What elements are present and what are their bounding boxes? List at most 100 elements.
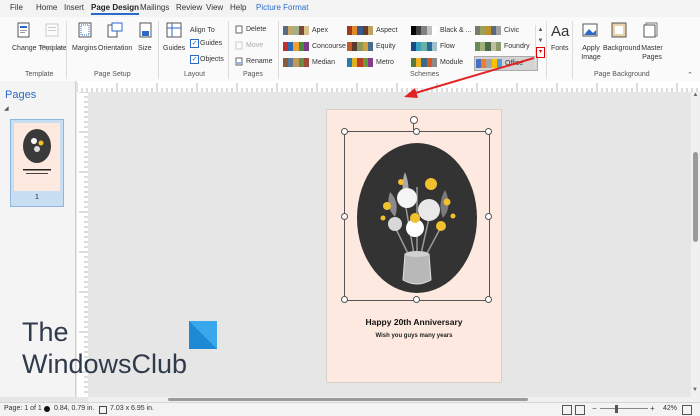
change-template-icon[interactable] [16, 22, 32, 40]
zoom-out-icon[interactable]: − [592, 404, 597, 413]
resize-handle[interactable] [341, 128, 348, 135]
scheme-aspect[interactable]: Aspect [346, 24, 408, 37]
objects-checkbox[interactable]: ✓ [190, 55, 199, 64]
greeting-title[interactable]: Happy 20th Anniversary [327, 317, 501, 327]
tab-page-design[interactable]: Page Design [91, 3, 140, 15]
scheme-median[interactable]: Median [282, 56, 344, 69]
publication-page[interactable]: Happy 20th Anniversary Wish you guys man… [326, 109, 502, 383]
ribbon: Change Template Options Template Margins… [0, 17, 700, 82]
tab-view[interactable]: View [206, 3, 223, 12]
scheme-label: Foundry [504, 43, 530, 50]
tab-home[interactable]: Home [36, 3, 57, 12]
status-page[interactable]: Page: 1 of 1 [4, 405, 42, 412]
selected-picture[interactable] [341, 116, 492, 303]
gallery-down-icon[interactable]: ▼ [536, 36, 545, 47]
tab-mailings[interactable]: Mailings [140, 3, 169, 12]
resize-handle[interactable] [341, 296, 348, 303]
scroll-up-icon[interactable]: ▲ [691, 92, 700, 98]
guides-check-label: Guides [200, 40, 223, 47]
watermark-the: The [22, 317, 69, 347]
guides-label[interactable]: Guides [163, 44, 185, 53]
delete-page-button[interactable]: Delete [246, 25, 266, 34]
zoom-slider-thumb[interactable] [615, 405, 618, 413]
greeting-subtitle[interactable]: Wish you guys many years [327, 333, 501, 339]
scheme-equity[interactable]: Equity [346, 40, 408, 53]
tab-picture-format[interactable]: Picture Format [256, 3, 308, 12]
pages-pane-title: Pages [5, 89, 37, 101]
size-icon[interactable] [139, 22, 153, 40]
fonts-label[interactable]: Fonts [551, 44, 569, 53]
scheme-black[interactable]: Black & ... [410, 24, 472, 37]
scheme-label: Apex [312, 27, 328, 34]
zoom-in-icon[interactable]: + [650, 404, 655, 413]
orientation-label[interactable]: Orientation [98, 44, 132, 53]
options-label: Options [41, 45, 66, 52]
group-divider [546, 21, 547, 79]
group-divider [278, 21, 279, 79]
group-divider [66, 21, 67, 79]
margins-icon[interactable] [78, 22, 92, 40]
rename-page-icon[interactable] [235, 57, 243, 68]
scheme-metro[interactable]: Metro [346, 56, 408, 69]
margins-label[interactable]: Margins [72, 44, 97, 53]
background-label[interactable]: Background [603, 44, 640, 53]
scheme-label: Metro [376, 59, 394, 66]
ribbon-tabs: File Home Insert Page Design Mailings Re… [0, 0, 700, 17]
fonts-icon[interactable]: Aa [551, 23, 569, 40]
resize-handle[interactable] [413, 128, 420, 135]
master-pages-label[interactable]: Master Pages [639, 44, 665, 62]
resize-handle[interactable] [485, 213, 492, 220]
status-size: 7.03 x 6.95 in. [110, 405, 154, 412]
guides-checkbox[interactable]: ✓ [190, 39, 199, 48]
page-thumbnail-number: 1 [35, 194, 39, 201]
resize-handle[interactable] [485, 296, 492, 303]
scheme-swatch [283, 26, 310, 35]
delete-page-icon[interactable] [235, 25, 243, 34]
pane-collapse-icon[interactable]: ◢ [4, 105, 9, 112]
tab-help[interactable]: Help [230, 3, 246, 12]
size-label[interactable]: Size [138, 44, 152, 53]
collapse-ribbon-icon[interactable]: ⌃ [687, 71, 693, 79]
align-to-label[interactable]: Align To [190, 26, 215, 35]
annotation-arrow [404, 57, 535, 98]
scheme-civic[interactable]: Civic [474, 24, 536, 37]
scheme-swatch [475, 26, 502, 35]
scheme-foundry[interactable]: Foundry [474, 40, 536, 53]
scroll-thumb[interactable] [693, 152, 698, 242]
tab-insert[interactable]: Insert [64, 3, 84, 12]
gallery-up-icon[interactable]: ▲ [536, 25, 545, 36]
apply-image-label[interactable]: Apply Image [577, 44, 605, 62]
watermark-windowsclub: WindowsClub [22, 349, 188, 379]
hscroll-thumb[interactable] [168, 398, 528, 401]
scheme-label: Flow [440, 43, 455, 50]
guides-icon[interactable] [166, 22, 182, 40]
scheme-concourse[interactable]: Concourse [282, 40, 346, 53]
tab-review[interactable]: Review [176, 3, 202, 12]
scheme-apex[interactable]: Apex [282, 24, 344, 37]
background-icon[interactable] [611, 22, 627, 40]
two-page-view-icon[interactable] [575, 405, 585, 415]
page-thumbnail[interactable]: 1 [10, 119, 64, 207]
rename-page-button[interactable]: Rename [246, 57, 272, 66]
resize-handle[interactable] [485, 128, 492, 135]
orientation-icon[interactable] [107, 22, 123, 40]
zoom-slider-track[interactable] [600, 408, 648, 409]
page-setup-group-label: Page Setup [94, 71, 131, 78]
single-page-view-icon[interactable] [562, 405, 572, 415]
scheme-swatch [347, 26, 374, 35]
bouquet-illustration [357, 143, 477, 293]
vertical-scrollbar[interactable]: ▲ ▼ [691, 92, 700, 397]
scheme-flow[interactable]: Flow [410, 40, 472, 53]
apply-image-icon[interactable] [582, 22, 598, 40]
resize-handle[interactable] [413, 296, 420, 303]
tab-file[interactable]: File [10, 3, 23, 12]
scroll-down-icon[interactable]: ▼ [692, 387, 698, 393]
scheme-label: Concourse [312, 43, 346, 50]
zoom-level[interactable]: 42% [663, 405, 677, 412]
resize-handle[interactable] [341, 213, 348, 220]
master-pages-icon[interactable] [643, 22, 659, 40]
template-group-label: Template [25, 71, 54, 78]
group-divider [158, 21, 159, 79]
fit-page-icon[interactable] [682, 405, 692, 415]
rotate-handle[interactable] [410, 116, 418, 124]
